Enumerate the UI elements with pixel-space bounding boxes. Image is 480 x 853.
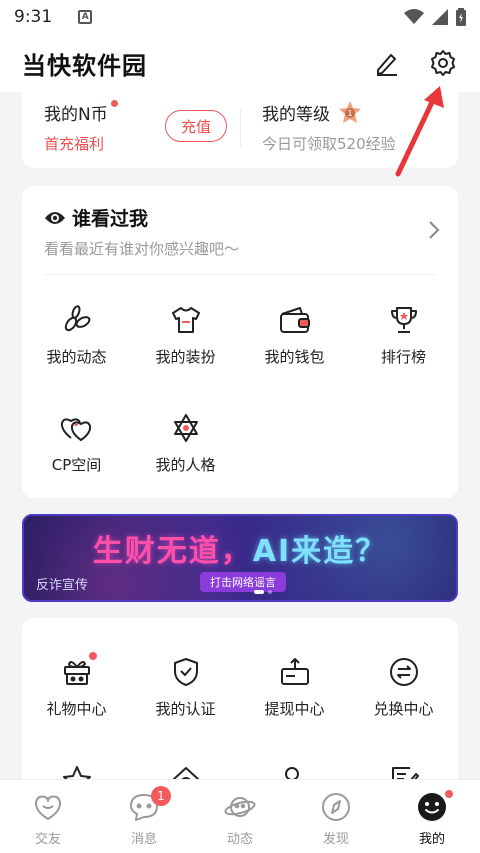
coins-red-dot [110, 100, 118, 107]
my-level[interactable]: 我的等级 1 今日可领取520经验 [262, 100, 396, 154]
service-label: 我的认证 [155, 700, 216, 718]
service-gift-center[interactable]: 礼物中心 [22, 636, 131, 744]
service-label: 提现中心 [264, 700, 325, 718]
coins-label-wrap: 我的N币 [44, 100, 118, 125]
recharge-button[interactable]: 充值 [165, 110, 227, 142]
feature-label: 我的人格 [155, 456, 216, 474]
my-coins[interactable]: 我的N币 首充福利 [44, 100, 118, 154]
heart-bubble-icon [31, 790, 65, 824]
header-actions [372, 48, 458, 78]
red-arrow-annotation [395, 86, 444, 177]
feature-my-outfit[interactable]: 我的装扮 [131, 284, 240, 392]
feature-label: 我的装扮 [155, 348, 216, 366]
tab-label: 动态 [226, 832, 253, 847]
leaves-icon [59, 302, 95, 338]
tab-moments[interactable]: 动态 [192, 780, 288, 853]
visitors-subtitle: 看看最近有谁对你感兴趣吧〜 [44, 240, 240, 258]
tshirt-icon [168, 302, 204, 338]
banner-headline-b: AI来造？ [252, 534, 388, 569]
visitors-title: 谁看过我 [72, 208, 149, 230]
tab-label: 发现 [322, 832, 349, 847]
gift-icon [59, 652, 97, 690]
level-label: 我的等级 [262, 105, 330, 125]
app-header: 当快软件园 [0, 34, 480, 92]
tab-dating[interactable]: 交友 [0, 780, 96, 853]
banner-tag: 反诈宣传 [36, 578, 89, 593]
level-badge-icon: 1 [339, 100, 361, 123]
tab-label: 交友 [34, 832, 61, 847]
feature-label: 我的动态 [46, 348, 107, 366]
smile-icon [415, 790, 453, 824]
tab-label: 我的 [418, 832, 445, 847]
bottom-tab-bar: 交友 1 消息 动态 发现 我的 [0, 779, 480, 853]
service-label: 兑换中心 [373, 700, 434, 718]
features-grid: 我的动态 我的装扮 我的钱包 排行榜 CP空间 我的人格 [22, 284, 458, 500]
banner-pager [254, 590, 272, 594]
notification-a-icon: A [78, 10, 93, 24]
shield-check-icon [168, 654, 204, 690]
status-bar: 9:31 A [0, 0, 480, 34]
banner-headline: 生财无道，AI来造？ [24, 526, 456, 570]
eye-icon [45, 211, 65, 224]
hearts-icon [59, 410, 95, 446]
tab-me[interactable]: 我的 [384, 780, 480, 853]
pager-dot-active [254, 590, 264, 594]
edit-button[interactable] [372, 48, 402, 78]
exchange-icon [386, 654, 422, 690]
promo-banner[interactable]: 生财无道，AI来造？ 打击网络谣言 反诈宣传 [22, 514, 458, 602]
visitors-card: 谁看过我 看看最近有谁对你感兴趣吧〜 我的动态 我的装扮 我的钱包 排行榜 CP… [22, 186, 458, 498]
wallet-icon [277, 302, 313, 338]
divider [240, 108, 241, 148]
chevron-right-icon[interactable] [428, 220, 440, 240]
feature-my-posts[interactable]: 我的动态 [22, 284, 131, 392]
service-verification[interactable]: 我的认证 [131, 636, 240, 744]
divider [44, 274, 436, 275]
tab-discover[interactable]: 发现 [288, 780, 384, 853]
battery-icon [456, 8, 466, 26]
feature-my-personality[interactable]: 我的人格 [131, 392, 240, 500]
feature-label: CP空间 [51, 456, 102, 474]
planet-icon [223, 790, 257, 824]
service-exchange[interactable]: 兑换中心 [349, 636, 458, 744]
star-of-david-icon [168, 410, 204, 446]
chat-bubble-icon: 1 [127, 786, 171, 824]
feature-label: 排行榜 [380, 348, 426, 366]
edit-icon [377, 54, 397, 76]
feature-label: 我的钱包 [264, 348, 325, 366]
level-badge-number: 1 [347, 109, 352, 118]
gift-red-dot [88, 652, 97, 660]
feature-leaderboard[interactable]: 排行榜 [349, 284, 458, 392]
service-label: 礼物中心 [46, 700, 107, 718]
banner-pill: 打击网络谣言 [200, 572, 286, 592]
status-time: 9:31 [14, 7, 53, 27]
page-title: 当快软件园 [22, 51, 147, 80]
messages-badge: 1 [151, 786, 171, 806]
visitors-header[interactable]: 谁看过我 [44, 204, 148, 231]
signal-icon [432, 9, 448, 25]
level-sub: 今日可领取520经验 [262, 135, 396, 153]
level-label-row: 我的等级 1 [262, 100, 396, 125]
wifi-icon [404, 9, 424, 24]
service-withdraw[interactable]: 提现中心 [240, 636, 349, 744]
coins-label: 我的N币 [44, 105, 108, 125]
status-right [404, 8, 466, 26]
feature-my-wallet[interactable]: 我的钱包 [240, 284, 349, 392]
me-red-dot [445, 790, 453, 798]
trophy-icon [386, 302, 422, 338]
tab-messages[interactable]: 1 消息 [96, 780, 192, 853]
tab-label: 消息 [130, 832, 157, 847]
pager-dot [268, 590, 272, 594]
settings-button[interactable] [428, 48, 458, 78]
gear-icon [431, 50, 455, 76]
first-charge-bonus: 首充福利 [44, 135, 105, 153]
withdraw-icon [277, 654, 313, 690]
feature-cp-space[interactable]: CP空间 [22, 392, 131, 500]
banner-headline-a: 生财无道， [92, 534, 253, 569]
compass-icon [319, 790, 353, 824]
